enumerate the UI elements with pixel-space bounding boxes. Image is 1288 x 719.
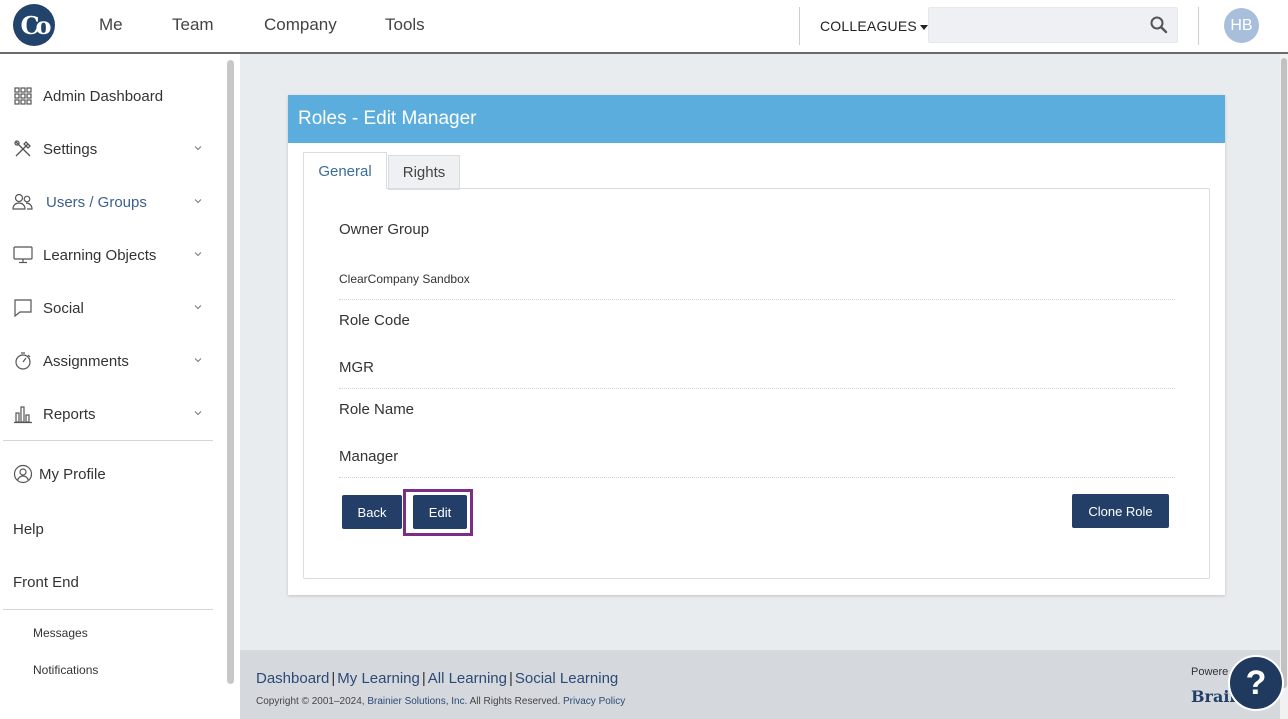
sidebar-item-label: Users / Groups — [46, 193, 147, 211]
sidebar-item-label: Settings — [43, 140, 98, 158]
sidebar: Admin Dashboard Settings Users / Groups … — [0, 54, 240, 719]
sidebar-item-front-end[interactable]: Front End — [13, 574, 79, 591]
monitor-icon — [12, 244, 34, 266]
sidebar-item-label: Social — [43, 299, 84, 317]
user-circle-icon — [12, 463, 34, 485]
nav-company[interactable]: Company — [264, 15, 337, 35]
back-button[interactable]: Back — [342, 495, 402, 529]
chevron-down-icon — [194, 358, 202, 363]
sidebar-item-settings[interactable]: Settings — [12, 134, 212, 164]
edit-role-panel: Roles - Edit Manager General Rights Owne… — [288, 95, 1225, 595]
rights-text: All Rights Reserved. — [469, 696, 561, 707]
footer-link-my-learning[interactable]: My Learning — [337, 670, 420, 687]
grid-icon — [12, 85, 34, 107]
top-navbar: Co Me Team Company Tools COLLEAGUES HB — [0, 0, 1288, 54]
search-box — [928, 7, 1178, 43]
role-code-value: MGR — [339, 359, 374, 376]
nav-divider — [1198, 7, 1199, 45]
sidebar-item-label: Assignments — [43, 352, 129, 370]
sidebar-item-messages[interactable]: Messages — [33, 626, 88, 640]
role-code-label: Role Code — [339, 312, 410, 329]
tab-rights[interactable]: Rights — [388, 155, 460, 190]
help-question-button[interactable]: ? — [1228, 655, 1284, 711]
copyright: Copyright © 2001–2024, Brainier Solution… — [256, 696, 625, 707]
nav-me[interactable]: Me — [99, 15, 123, 35]
owner-group-value: ClearCompany Sandbox — [339, 272, 470, 286]
chevron-down-icon — [194, 411, 202, 416]
caret-down-icon — [919, 24, 928, 30]
scrollbar-thumb[interactable] — [1281, 58, 1287, 688]
chevron-down-icon — [194, 199, 202, 204]
footer-links: Dashboard | My Learning | All Learning | Socia… — [256, 670, 619, 687]
company-link[interactable]: Brainier Solutions, Inc. — [367, 696, 467, 707]
chat-icon — [12, 297, 34, 319]
sidebar-divider — [3, 609, 213, 610]
field-divider — [339, 388, 1175, 389]
sidebar-item-notifications[interactable]: Notifications — [33, 663, 98, 677]
role-name-label: Role Name — [339, 401, 415, 418]
avatar[interactable]: HB — [1224, 8, 1259, 43]
sidebar-item-social[interactable]: Social — [12, 293, 212, 323]
sidebar-item-admin-dashboard[interactable]: Admin Dashboard — [12, 81, 212, 111]
copyright-prefix: Copyright © 2001–2024, — [256, 696, 365, 707]
role-name-value: Manager — [339, 448, 399, 465]
search-icon[interactable] — [1149, 15, 1169, 35]
chevron-down-icon — [194, 305, 202, 310]
sidebar-item-my-profile[interactable]: My Profile — [12, 459, 212, 489]
nav-divider — [799, 7, 800, 45]
footer-link-all-learning[interactable]: All Learning — [428, 670, 507, 687]
panel-title: Roles - Edit Manager — [288, 95, 1225, 143]
stopwatch-icon — [12, 350, 34, 372]
footer-link-dashboard[interactable]: Dashboard — [256, 670, 329, 687]
colleagues-dropdown[interactable]: COLLEAGUES — [820, 18, 928, 34]
sidebar-item-assignments[interactable]: Assignments — [12, 346, 212, 376]
sidebar-divider — [3, 440, 213, 441]
owner-group-label: Owner Group — [339, 221, 430, 238]
chevron-down-icon — [194, 146, 202, 151]
users-icon — [12, 191, 34, 213]
tab-general[interactable]: General — [303, 152, 387, 189]
privacy-policy-link[interactable]: Privacy Policy — [563, 696, 625, 707]
powered-by-text: Powere — [1191, 666, 1229, 678]
search-input[interactable] — [929, 8, 1149, 42]
sidebar-item-help[interactable]: Help — [13, 521, 44, 538]
field-divider — [339, 477, 1175, 478]
edit-button[interactable]: Edit — [413, 495, 467, 529]
nav-tools[interactable]: Tools — [385, 15, 425, 35]
footer-link-social-learning[interactable]: Social Learning — [515, 670, 618, 687]
page-scrollbar[interactable] — [1280, 54, 1288, 719]
company-logo[interactable]: Co — [13, 4, 55, 46]
sidebar-item-learning-objects[interactable]: Learning Objects — [12, 240, 212, 270]
bar-chart-icon — [12, 403, 34, 425]
clone-role-button[interactable]: Clone Role — [1072, 494, 1169, 528]
chevron-down-icon — [194, 252, 202, 257]
sidebar-item-label: Reports — [43, 405, 96, 423]
sidebar-item-users-groups[interactable]: Users / Groups — [12, 187, 212, 217]
tools-icon — [12, 138, 34, 160]
colleagues-label: COLLEAGUES — [820, 18, 917, 34]
sidebar-item-label: Learning Objects — [43, 246, 157, 264]
sidebar-item-label: My Profile — [39, 465, 106, 483]
sidebar-item-label: Admin Dashboard — [43, 87, 164, 105]
footer: Dashboard | My Learning | All Learning | Socia… — [240, 650, 1280, 719]
edit-button-highlight: Edit — [403, 489, 473, 536]
sidebar-item-reports[interactable]: Reports — [12, 399, 212, 429]
field-divider — [339, 299, 1175, 300]
sidebar-scrollbar[interactable] — [227, 60, 234, 684]
nav-team[interactable]: Team — [172, 15, 214, 35]
